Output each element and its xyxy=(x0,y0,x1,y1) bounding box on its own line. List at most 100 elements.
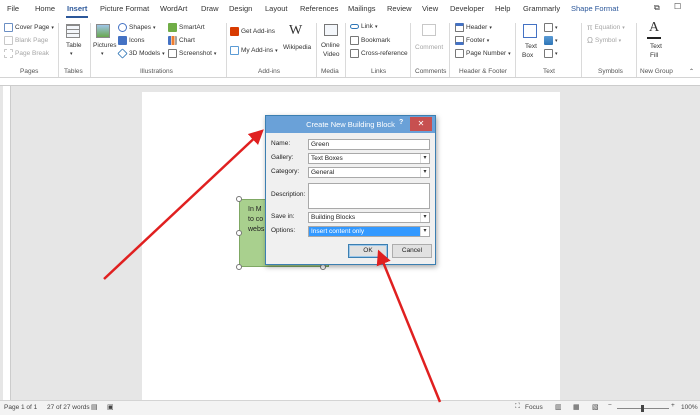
shapes-button[interactable]: Shapes ▾ xyxy=(118,23,156,32)
zoom-slider-thumb[interactable] xyxy=(641,405,644,412)
screenshot-button[interactable]: Screenshot ▾ xyxy=(168,49,216,58)
tab-home[interactable]: Home xyxy=(35,4,55,13)
bookmark-button[interactable]: Bookmark xyxy=(350,36,390,45)
3d-models-button[interactable]: 3D Models ▾ xyxy=(117,48,165,59)
print-layout-icon[interactable]: ▦ xyxy=(573,403,580,411)
blank-page-button[interactable]: Blank Page xyxy=(4,36,48,45)
comment-button[interactable]: Comment xyxy=(415,44,443,51)
zoom-level[interactable]: 100% xyxy=(681,404,698,411)
wordart-icon xyxy=(544,36,553,45)
link-icon xyxy=(350,24,359,29)
resize-handle[interactable] xyxy=(236,230,242,236)
my-addins-button[interactable]: My Add-ins ▾ xyxy=(230,46,278,55)
tab-design[interactable]: Design xyxy=(229,4,252,13)
page-count[interactable]: Page 1 of 1 xyxy=(4,404,37,411)
zoom-out-icon[interactable]: − xyxy=(608,402,612,409)
page-number-button[interactable]: Page Number ▾ xyxy=(455,49,511,58)
get-addins-button[interactable]: Get Add-ins xyxy=(230,27,275,36)
table-dropdown-icon[interactable]: ▾ xyxy=(70,51,73,57)
comments-icon[interactable]: ☐ xyxy=(674,2,681,11)
options-value: Insert content only xyxy=(311,228,365,235)
tab-references[interactable]: References xyxy=(300,4,338,13)
tab-review[interactable]: Review xyxy=(387,4,412,13)
wordart-button[interactable]: ▾ xyxy=(544,36,558,45)
pictures-button[interactable]: Pictures xyxy=(93,42,116,49)
text-box-label-1[interactable]: Text xyxy=(525,43,537,50)
cross-reference-button[interactable]: Cross-reference xyxy=(350,49,408,58)
read-mode-icon[interactable]: ▥ xyxy=(555,403,562,411)
table-icon xyxy=(66,24,80,38)
focus-label[interactable]: Focus xyxy=(525,404,543,411)
tab-draw[interactable]: Draw xyxy=(201,4,219,13)
tab-grammarly[interactable]: Grammarly xyxy=(523,4,560,13)
options-select[interactable]: Insert content only ▾ xyxy=(308,226,430,237)
help-button[interactable]: ? xyxy=(399,119,403,126)
ribbon-divider xyxy=(90,23,91,77)
text-fill-label-1[interactable]: Text xyxy=(650,43,662,50)
group-label-text: Text xyxy=(543,68,555,75)
web-layout-icon[interactable]: ▧ xyxy=(592,403,599,411)
header-button[interactable]: Header ▾ xyxy=(455,23,492,32)
resize-handle[interactable] xyxy=(236,196,242,202)
symbol-button[interactable]: Ω Symbol ▾ xyxy=(587,36,621,45)
tab-shape-format[interactable]: Shape Format xyxy=(571,4,619,13)
tab-developer[interactable]: Developer xyxy=(450,4,484,13)
chevron-down-icon[interactable]: ▾ xyxy=(420,168,429,177)
vertical-ruler[interactable] xyxy=(3,86,11,400)
name-field[interactable]: Green xyxy=(308,139,430,150)
chevron-down-icon[interactable]: ▾ xyxy=(420,213,429,222)
tab-insert[interactable]: Insert xyxy=(67,4,87,13)
horizontal-ruler[interactable] xyxy=(0,78,700,86)
quick-parts-button[interactable]: ▾ xyxy=(544,23,558,32)
header-icon xyxy=(455,23,464,32)
text-box-icon xyxy=(523,24,537,38)
wikipedia-button[interactable]: Wikipedia xyxy=(283,44,311,51)
tab-view[interactable]: View xyxy=(422,4,438,13)
cancel-button[interactable]: Cancel xyxy=(392,244,432,258)
page-number-icon xyxy=(455,49,464,58)
macro-icon[interactable]: ▣ xyxy=(107,403,114,411)
focus-icon[interactable]: ⛶ xyxy=(515,403,520,411)
save-in-select[interactable]: Building Blocks ▾ xyxy=(308,212,430,223)
table-button[interactable]: Table xyxy=(66,42,82,49)
group-label-links: Links xyxy=(371,68,387,75)
page-break-button[interactable]: Page Break xyxy=(4,49,49,58)
close-button[interactable]: ✕ xyxy=(410,117,432,131)
footer-button[interactable]: Footer ▾ xyxy=(455,36,489,45)
cross-reference-label: Cross-reference xyxy=(361,50,408,57)
link-button[interactable]: Link ▾ xyxy=(350,23,377,30)
gallery-select[interactable]: Text Boxes ▾ xyxy=(308,153,430,164)
text-fill-label-2[interactable]: Fill xyxy=(650,52,658,59)
chart-button[interactable]: Chart xyxy=(168,36,195,45)
cover-page-button[interactable]: Cover Page ▾ xyxy=(4,23,54,32)
zoom-in-icon[interactable]: + xyxy=(671,402,675,409)
tab-picture-format[interactable]: Picture Format xyxy=(100,4,149,13)
pictures-dropdown-icon[interactable]: ▾ xyxy=(101,51,104,57)
tab-help[interactable]: Help xyxy=(495,4,510,13)
proofing-icon[interactable]: ▤ xyxy=(91,403,98,411)
resize-handle[interactable] xyxy=(236,264,242,270)
chevron-down-icon[interactable]: ▾ xyxy=(420,227,429,236)
ok-button[interactable]: OK xyxy=(348,244,388,258)
drop-cap-button[interactable]: ▾ xyxy=(544,49,558,58)
icons-button[interactable]: Icons xyxy=(118,36,145,45)
tab-file[interactable]: File xyxy=(7,4,19,13)
word-count[interactable]: 27 of 27 words xyxy=(47,404,90,411)
description-field[interactable] xyxy=(308,183,430,209)
pictures-icon xyxy=(96,24,110,38)
online-video-label-2[interactable]: Video xyxy=(323,51,340,58)
icons-label: Icons xyxy=(129,37,145,44)
collapse-ribbon-icon[interactable]: ⌃ xyxy=(689,68,694,75)
share-icon[interactable]: ⧉ xyxy=(654,3,660,13)
smartart-button[interactable]: SmartArt xyxy=(168,23,205,32)
online-video-label-1[interactable]: Online xyxy=(321,42,340,49)
tab-layout[interactable]: Layout xyxy=(265,4,288,13)
tab-mailings[interactable]: Mailings xyxy=(348,4,376,13)
cover-page-label: Cover Page xyxy=(15,24,50,31)
tab-wordart[interactable]: WordArt xyxy=(160,4,187,13)
equation-button[interactable]: π Equation ▾ xyxy=(587,23,625,32)
chevron-down-icon[interactable]: ▾ xyxy=(420,154,429,163)
category-select[interactable]: General ▾ xyxy=(308,167,430,178)
text-box-label-2[interactable]: Box xyxy=(522,52,533,59)
my-addins-label: My Add-ins xyxy=(241,47,274,54)
